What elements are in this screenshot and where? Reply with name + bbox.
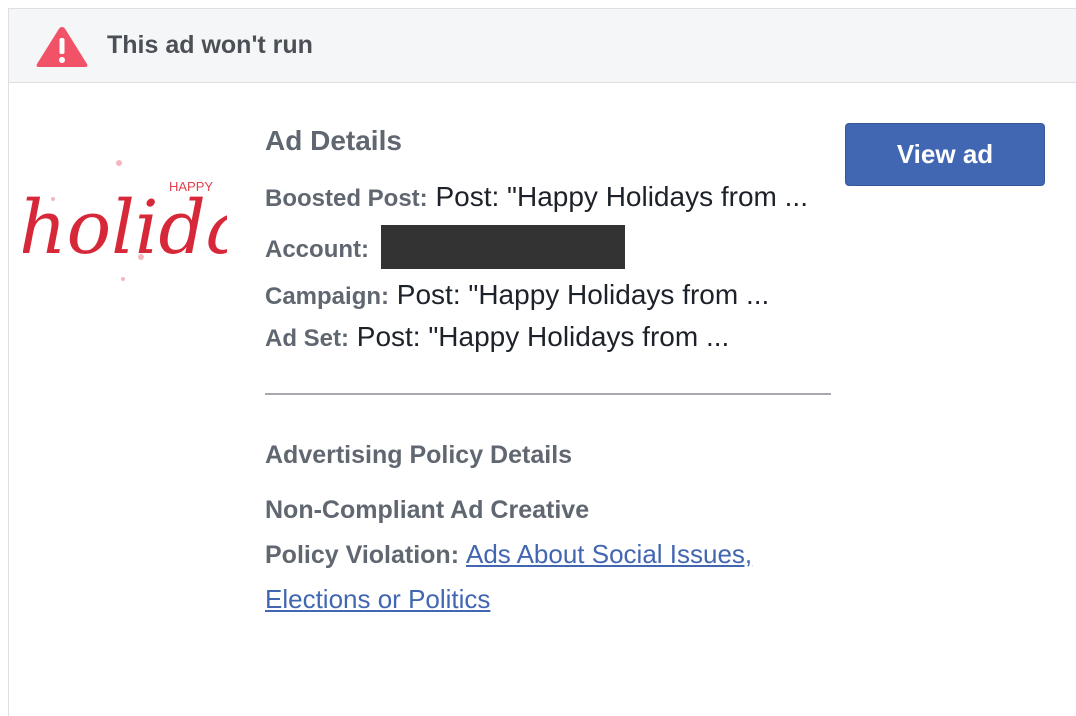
policy-reason: Non-Compliant Ad Creative (265, 496, 590, 524)
warning-banner: This ad won't run (9, 9, 1076, 83)
policy-section-title: Advertising Policy Details (265, 441, 573, 469)
ad-set-value: Post: "Happy Holidays from ... (356, 321, 730, 352)
campaign-row: Campaign: Post: "Happy Holidays from ... (265, 277, 835, 315)
thumbnail-main-text: holidays (23, 185, 227, 271)
redacted-account-bar (380, 225, 625, 269)
boosted-post-value: Post: "Happy Holidays from ... (435, 181, 808, 212)
section-divider (265, 393, 831, 395)
banner-title: This ad won't run (107, 31, 313, 59)
policy-violation-row: Policy Violation: Ads About Social Issue… (265, 532, 835, 622)
view-ad-button[interactable]: View ad (845, 123, 1045, 186)
ad-details-section: Ad Details Boosted Post: Post: "Happy Ho… (265, 121, 835, 622)
campaign-value: Post: "Happy Holidays from ... (396, 279, 770, 310)
ad-details-title: Ad Details (265, 125, 402, 156)
campaign-label: Campaign: (265, 283, 390, 310)
ad-thumbnail-image: HAPPY holidays (23, 141, 227, 303)
boosted-post-label: Boosted Post: (265, 185, 428, 212)
warning-triangle-icon (36, 27, 88, 67)
policy-violation-label: Policy Violation: (265, 541, 460, 569)
account-label: Account: (265, 236, 369, 263)
ad-status-card: This ad won't run HAPPY holidays Ad Deta… (8, 8, 1076, 716)
ad-set-row: Ad Set: Post: "Happy Holidays from ... (265, 319, 835, 357)
account-row: Account: (265, 225, 835, 269)
ad-set-label: Ad Set: (265, 325, 349, 352)
boosted-post-row: Boosted Post: Post: "Happy Holidays from… (265, 179, 835, 217)
